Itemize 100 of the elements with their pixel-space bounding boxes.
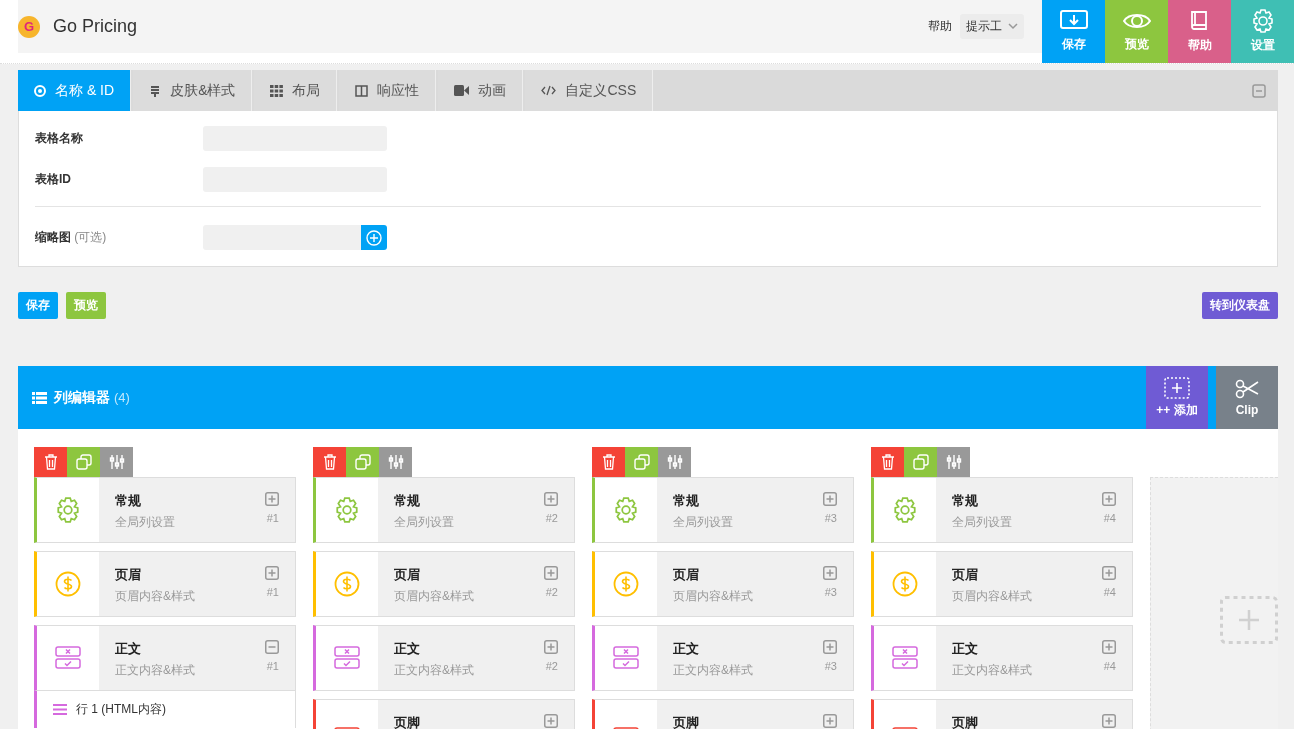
tooltip-select[interactable]: 提示工 <box>960 14 1024 39</box>
expand-icon[interactable] <box>265 492 279 506</box>
section-card[interactable]: 页眉 页眉内容&样式 #3 <box>592 551 854 617</box>
video-camera-icon <box>454 85 470 96</box>
section-card[interactable]: 正文 正文内容&样式 #4 <box>871 625 1133 691</box>
trash-icon <box>601 454 616 470</box>
expand-icon[interactable] <box>1102 640 1116 654</box>
gear-icon <box>55 497 81 523</box>
settings-sliders-button[interactable] <box>937 447 970 477</box>
column-number: #4 <box>1103 586 1116 598</box>
sliders-icon <box>108 454 125 470</box>
add-button[interactable]: ++ 添加 <box>1146 366 1208 429</box>
expand-icon[interactable] <box>544 714 558 728</box>
chevron-down-icon <box>1008 23 1018 30</box>
delete-button[interactable] <box>34 447 67 477</box>
expand-icon[interactable] <box>544 492 558 506</box>
column-number: #3 <box>824 512 837 524</box>
section-card[interactable]: 页脚 <box>313 699 575 729</box>
expand-icon[interactable] <box>823 566 837 580</box>
collapse-icon[interactable] <box>265 640 279 654</box>
column-number: #2 <box>545 586 558 598</box>
copy-button[interactable] <box>346 447 379 477</box>
dashboard-button[interactable]: 转到仪表盘 <box>1202 292 1278 319</box>
section-card[interactable]: 页眉 页眉内容&样式 #4 <box>871 551 1133 617</box>
expand-icon[interactable] <box>823 714 837 728</box>
collapse-icon[interactable] <box>1252 83 1266 98</box>
section-title: 常规 <box>115 492 142 510</box>
copy-icon <box>912 454 929 470</box>
columns-icon <box>355 84 369 97</box>
section-card[interactable]: 正文 正文内容&样式 #1 <box>34 625 296 691</box>
field-label: 缩略图 (可选) <box>35 229 108 246</box>
section-title: 正文 <box>115 640 142 658</box>
section-title: 正文 <box>394 640 421 658</box>
expand-icon[interactable] <box>823 640 837 654</box>
column-number: #4 <box>1103 512 1116 524</box>
expand-icon[interactable] <box>823 492 837 506</box>
section-subtitle: 正文内容&样式 <box>115 662 196 679</box>
expand-icon[interactable] <box>265 566 279 580</box>
clip-button[interactable]: Clip <box>1216 366 1278 429</box>
dollar-coin-icon <box>334 571 360 597</box>
section-card[interactable]: 常规 全局列设置 #1 <box>34 477 296 543</box>
expand-icon[interactable] <box>544 640 558 654</box>
delete-button[interactable] <box>592 447 625 477</box>
section-title: 正文 <box>673 640 700 658</box>
settings-sliders-button[interactable] <box>658 447 691 477</box>
logo-icon: G <box>18 15 40 38</box>
dollar-coin-icon <box>55 571 81 597</box>
expand-icon[interactable] <box>1102 492 1116 506</box>
section-subtitle: 页眉内容&样式 <box>394 588 475 605</box>
section-card[interactable]: 页脚 <box>592 699 854 729</box>
section-card[interactable]: 常规 全局列设置 #4 <box>871 477 1133 543</box>
section-title: 页眉 <box>952 566 979 584</box>
section-subtitle: 正文内容&样式 <box>952 662 1033 679</box>
copy-button[interactable] <box>67 447 100 477</box>
scissors-icon <box>1234 378 1260 400</box>
expand-icon[interactable] <box>1102 566 1116 580</box>
column-number: #1 <box>266 586 279 598</box>
section-card[interactable]: 常规 全局列设置 #2 <box>313 477 575 543</box>
copy-icon <box>75 454 92 470</box>
settings-sliders-button[interactable] <box>100 447 133 477</box>
sliders-icon <box>666 454 683 470</box>
checklist-icon <box>55 646 81 670</box>
section-card[interactable]: 正文 正文内容&样式 #2 <box>313 625 575 691</box>
help-button[interactable]: 帮助 <box>1168 0 1231 63</box>
section-card[interactable]: 常规 全局列设置 #3 <box>592 477 854 543</box>
copy-button[interactable] <box>904 447 937 477</box>
checklist-icon <box>892 646 918 670</box>
add-image-button[interactable] <box>361 225 387 250</box>
code-icon <box>541 85 557 96</box>
delete-button[interactable] <box>313 447 346 477</box>
section-subtitle: 正文内容&样式 <box>394 662 475 679</box>
target-icon <box>34 84 46 97</box>
expand-icon[interactable] <box>544 566 558 580</box>
section-title: 页脚 <box>952 714 979 729</box>
delete-button[interactable] <box>871 447 904 477</box>
section-card[interactable]: 页眉 页眉内容&样式 #1 <box>34 551 296 617</box>
column-number: #2 <box>545 660 558 672</box>
checklist-icon <box>334 646 360 670</box>
dollar-coin-icon <box>892 571 918 597</box>
thumbnail-field[interactable] <box>203 225 361 250</box>
section-card[interactable]: 页眉 页眉内容&样式 #2 <box>313 551 575 617</box>
section-subtitle: 全局列设置 <box>115 514 176 531</box>
field-label: 表格ID <box>35 171 72 188</box>
column-editor-title: 列编辑器 (4) <box>54 388 130 407</box>
expand-icon[interactable] <box>1102 714 1116 728</box>
column-number: #3 <box>824 660 837 672</box>
sliders-icon <box>387 454 404 470</box>
section-card[interactable]: 页脚 <box>871 699 1133 729</box>
section-subtitle: 全局列设置 <box>394 514 455 531</box>
section-title: 常规 <box>952 492 979 510</box>
copy-button[interactable] <box>625 447 658 477</box>
copy-icon <box>633 454 650 470</box>
settings-sliders-button[interactable] <box>379 447 412 477</box>
row-item[interactable]: 行 1 (HTML内容) <box>53 701 279 718</box>
stack-icon <box>149 84 162 97</box>
checklist-icon <box>613 646 639 670</box>
section-card[interactable]: 正文 正文内容&样式 #3 <box>592 625 854 691</box>
trash-icon <box>322 454 337 470</box>
section-subtitle: 全局列设置 <box>952 514 1013 531</box>
section-subtitle: 页眉内容&样式 <box>952 588 1033 605</box>
